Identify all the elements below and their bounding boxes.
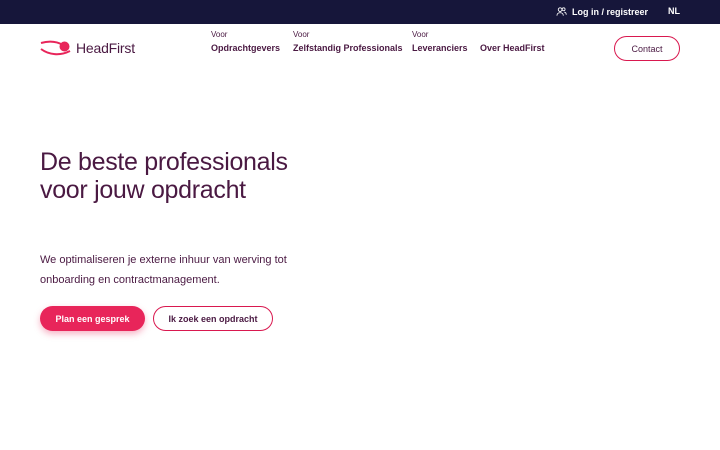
login-register-link[interactable]: Log in / registreer	[556, 6, 648, 17]
nav-item-leveranciers[interactable]: Voor Leveranciers	[412, 30, 468, 53]
nav-item-prefix	[480, 30, 545, 41]
headfirst-logo-icon	[40, 40, 71, 56]
nav-item-label: Zelfstandig Professionals	[293, 43, 403, 53]
contact-button[interactable]: Contact	[614, 36, 680, 61]
nav-item-label: Opdrachtgevers	[211, 43, 281, 53]
nav-item-label: Leveranciers	[412, 43, 468, 53]
nav-item-prefix: Voor	[293, 30, 310, 39]
headfirst-logo[interactable]: HeadFirst	[40, 39, 135, 57]
plan-gesprek-button[interactable]: Plan een gesprek	[40, 306, 145, 331]
nav-item-prefix: Voor	[211, 30, 228, 39]
nav-item-over-headfirst[interactable]: Over HeadFirst	[480, 30, 545, 53]
users-icon	[556, 7, 567, 16]
nav-item-zelfstandig-professionals[interactable]: Voor Zelfstandig Professionals	[293, 30, 403, 53]
brand-name: HeadFirst	[76, 40, 135, 56]
hero-description: We optimaliseren je externe inhuur van w…	[40, 254, 287, 286]
login-label: Log in / registreer	[571, 6, 648, 17]
top-utility-bar: Log in / registreer NL	[0, 0, 720, 24]
nav-item-label: Over HeadFirst	[480, 43, 545, 53]
nav-item-opdrachtgevers[interactable]: Voor Opdrachtgevers	[211, 30, 280, 53]
zoek-opdracht-button[interactable]: Ik zoek een opdracht	[153, 306, 273, 331]
nav-item-prefix: Voor	[412, 30, 429, 39]
hero-title: De beste professionals voor jouw opdrach…	[40, 148, 288, 204]
language-switch[interactable]: NL	[668, 6, 680, 16]
